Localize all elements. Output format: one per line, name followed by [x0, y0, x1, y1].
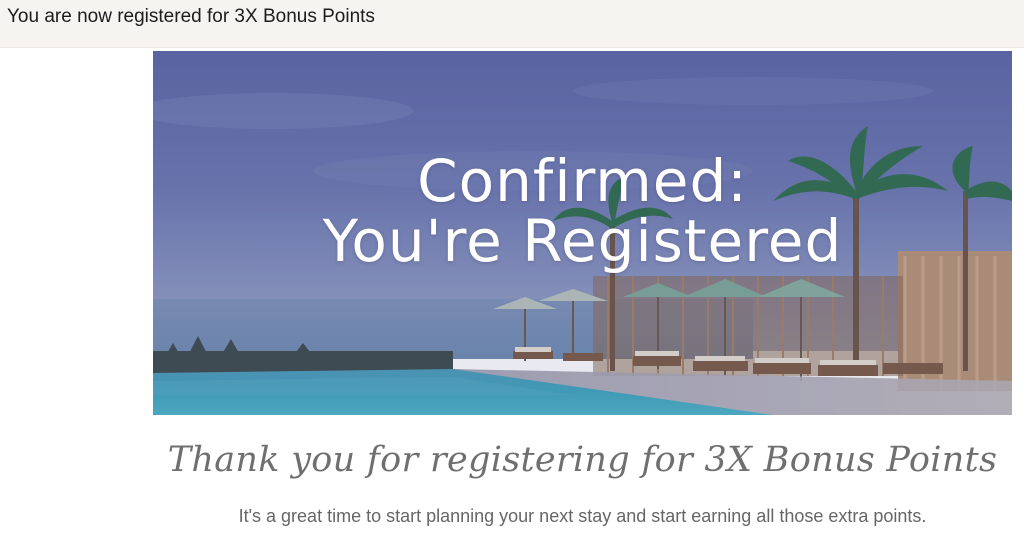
- hero-banner: Confirmed: You're Registered: [153, 51, 1012, 415]
- hero-headline-line1: Confirmed:: [417, 147, 748, 215]
- body-text: It's a great time to start planning your…: [238, 506, 927, 526]
- email-subject: You are now registered for 3X Bonus Poin…: [7, 5, 375, 27]
- hero-headline: Confirmed: You're Registered: [153, 151, 1012, 271]
- hero-headline-line2: You're Registered: [322, 207, 843, 275]
- email-subject-bar: You are now registered for 3X Bonus Poin…: [0, 0, 1024, 48]
- thank-you-heading: Thank you for registering for 3X Bonus P…: [167, 440, 998, 480]
